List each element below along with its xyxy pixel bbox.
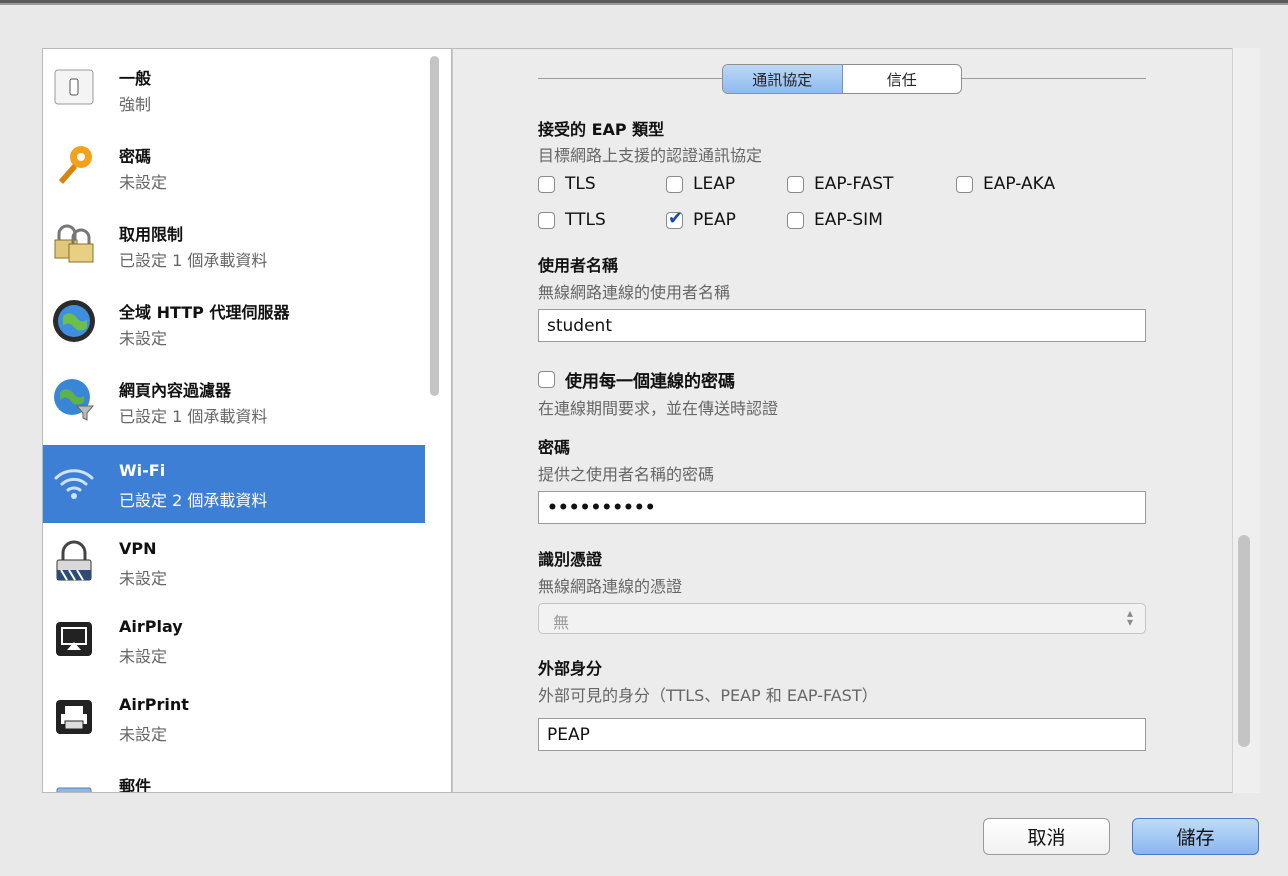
sidebar-item-airplay[interactable]: AirPlay 未設定 <box>43 601 425 679</box>
sidebar-item-web-content-filter[interactable]: 網頁內容過濾器 已設定 1 個承載資料 <box>43 361 425 439</box>
sidebar-item-mail[interactable]: 郵件 <box>43 757 425 793</box>
key-icon <box>50 141 98 189</box>
sidebar-item-title: 全域 HTTP 代理伺服器 <box>119 303 290 322</box>
checkbox-ttls[interactable]: TTLS <box>538 210 606 230</box>
wifi-icon <box>50 459 98 507</box>
checkbox-label: EAP-SIM <box>814 210 883 230</box>
identity-cert-select[interactable]: 無 ▴ ▾ <box>538 603 1146 634</box>
checkbox-box[interactable] <box>538 175 555 193</box>
password-desc: 提供之使用者名稱的密碼 <box>538 465 715 484</box>
content-scrollbar[interactable] <box>1238 535 1250 747</box>
padlocks-icon <box>50 219 98 267</box>
checkbox-tls[interactable]: TLS <box>538 174 596 194</box>
sidebar-item-passcode[interactable]: 密碼 未設定 <box>43 127 425 205</box>
checkbox-box[interactable] <box>538 371 555 388</box>
sidebar-item-subtitle: 未設定 <box>119 569 168 588</box>
tab-segmented-control: 通訊協定 信任 <box>722 64 962 94</box>
sidebar-item-title: 取用限制 <box>119 225 184 244</box>
globe-filter-icon <box>50 375 98 423</box>
sidebar-item-subtitle: 未設定 <box>119 329 168 348</box>
divider <box>538 78 722 79</box>
sidebar-item-global-http-proxy[interactable]: 全域 HTTP 代理伺服器 未設定 <box>43 283 425 361</box>
sidebar-item-subtitle: 已設定 1 個承載資料 <box>119 407 268 426</box>
checkbox-peap[interactable]: PEAP <box>666 208 736 230</box>
sidebar-item-restrictions[interactable]: 取用限制 已設定 1 個承載資料 <box>43 205 425 283</box>
chevron-updown-icon: ▴ ▾ <box>1126 606 1133 629</box>
sidebar-item-subtitle: 未設定 <box>119 647 168 666</box>
checkbox-label: EAP-AKA <box>983 174 1056 194</box>
checkbox-box[interactable] <box>666 175 683 193</box>
checkbox-box[interactable] <box>538 211 555 229</box>
tab-trust[interactable]: 信任 <box>843 65 962 93</box>
outer-identity-title: 外部身分 <box>538 659 603 678</box>
sidebar-item-title: VPN <box>119 539 157 558</box>
checkbox-box-checked[interactable] <box>666 208 683 229</box>
select-value: 無 <box>553 613 570 632</box>
sidebar-item-title: 郵件 <box>119 777 152 793</box>
printer-icon <box>50 693 98 741</box>
checkbox-leap[interactable]: LEAP <box>666 174 735 194</box>
sidebar-item-title: 一般 <box>119 69 152 88</box>
username-desc: 無線網路連線的使用者名稱 <box>538 283 731 302</box>
sidebar-item-title: AirPrint <box>119 695 189 714</box>
checkbox-eap-fast[interactable]: EAP-FAST <box>787 174 893 194</box>
mail-icon <box>50 771 98 792</box>
checkbox-box[interactable] <box>956 175 973 193</box>
checkbox-label: LEAP <box>693 174 736 194</box>
checkbox-label: 使用每一個連線的密碼 <box>565 372 735 392</box>
checkbox-label: PEAP <box>693 210 736 230</box>
sidebar-item-subtitle: 已設定 1 個承載資料 <box>119 251 268 270</box>
general-switch-icon <box>50 63 98 111</box>
checkbox-per-connection-password[interactable]: 使用每一個連線的密碼 <box>538 367 735 392</box>
sidebar-item-subtitle: 已設定 2 個承載資料 <box>119 491 268 510</box>
save-button[interactable]: 儲存 <box>1132 818 1259 855</box>
checkbox-box[interactable] <box>787 175 804 193</box>
checkbox-label: EAP-FAST <box>814 174 894 194</box>
per-connection-desc: 在連線期間要求，並在傳送時認證 <box>538 399 779 418</box>
outer-identity-input[interactable]: PEAP <box>538 718 1146 751</box>
vpn-lock-icon <box>50 537 98 585</box>
window-top-edge <box>0 0 1288 12</box>
airplay-icon <box>50 615 98 663</box>
username-input[interactable]: student <box>538 309 1146 342</box>
outer-identity-desc: 外部可見的身分（TTLS、PEAP 和 EAP-FAST） <box>538 686 878 705</box>
sidebar-item-title: Wi-Fi <box>119 461 166 480</box>
sidebar-item-title: 密碼 <box>119 147 152 166</box>
divider <box>962 78 1146 79</box>
password-title: 密碼 <box>538 438 571 457</box>
sidebar-item-vpn[interactable]: VPN 未設定 <box>43 523 425 601</box>
checkbox-eap-sim[interactable]: EAP-SIM <box>787 210 883 230</box>
identity-cert-title: 識別憑證 <box>538 550 603 569</box>
eap-types-desc: 目標網路上支援的認證通訊協定 <box>538 146 763 165</box>
sidebar-item-subtitle: 未設定 <box>119 725 168 744</box>
eap-types-title: 接受的 EAP 類型 <box>538 120 665 139</box>
sidebar-item-title: AirPlay <box>119 617 183 636</box>
sidebar-item-subtitle: 未設定 <box>119 173 168 192</box>
sidebar-scrollbar[interactable] <box>430 56 439 396</box>
password-input[interactable]: •••••••••• <box>538 491 1146 524</box>
payload-sidebar: 一般 強制 密碼 未設定 取用限制 已設定 1 個承載資料 全域 HTTP 代理… <box>42 48 452 793</box>
identity-cert-desc: 無線網路連線的憑證 <box>538 577 683 596</box>
checkbox-box[interactable] <box>787 211 804 229</box>
checkbox-label: TLS <box>565 174 596 194</box>
checkbox-label: TTLS <box>565 210 606 230</box>
globe-icon <box>50 297 98 345</box>
checkbox-eap-aka[interactable]: EAP-AKA <box>956 174 1055 194</box>
sidebar-item-wifi[interactable]: Wi-Fi 已設定 2 個承載資料 <box>43 445 425 523</box>
username-title: 使用者名稱 <box>538 256 619 275</box>
tab-protocol[interactable]: 通訊協定 <box>723 65 843 93</box>
sidebar-item-title: 網頁內容過濾器 <box>119 381 232 400</box>
sidebar-item-general[interactable]: 一般 強制 <box>43 49 425 127</box>
sidebar-item-airprint[interactable]: AirPrint 未設定 <box>43 679 425 757</box>
sidebar-item-subtitle: 強制 <box>119 95 152 114</box>
cancel-button[interactable]: 取消 <box>983 818 1110 855</box>
